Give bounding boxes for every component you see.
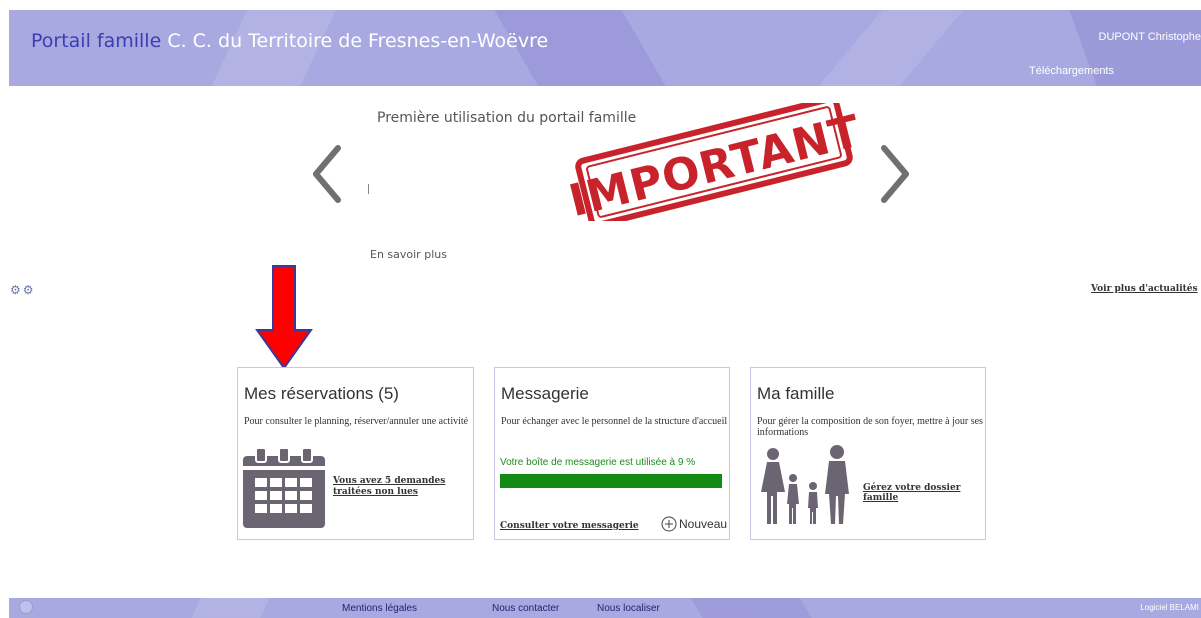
important-stamp: IMPORTANT — [567, 103, 862, 221]
gear-icon[interactable]: ⚙ — [10, 283, 23, 297]
new-message-button[interactable]: Nouveau — [661, 516, 727, 532]
portal-title: Portail famille C. C. du Territoire de F… — [31, 30, 548, 52]
messaging-description: Pour échanger avec le personnel de la st… — [501, 416, 728, 427]
learn-more-link[interactable]: En savoir plus — [370, 248, 447, 261]
mailbox-usage-bar — [500, 474, 722, 488]
annotation-arrow-icon — [255, 265, 313, 370]
family-icon — [761, 445, 849, 524]
family-title[interactable]: Ma famille — [757, 384, 834, 404]
reservations-title[interactable]: Mes réservations (5) — [244, 384, 399, 404]
reservations-description: Pour consulter le planning, réserver/ann… — [244, 416, 469, 427]
calendar-icon — [243, 447, 325, 528]
carousel-settings-icons[interactable]: ⚙⚙ — [10, 283, 36, 297]
contact-link[interactable]: Nous contacter — [492, 603, 559, 614]
mailbox-usage-fill — [500, 474, 722, 488]
downloads-link[interactable]: Téléchargements — [1029, 65, 1114, 77]
chevron-left-icon[interactable] — [308, 144, 348, 204]
messaging-title[interactable]: Messagerie — [501, 384, 589, 404]
portal-title-rest: C. C. du Territoire de Fresnes-en-Woëvre — [161, 30, 549, 52]
logo-icon — [19, 600, 33, 614]
chevron-right-icon[interactable] — [874, 144, 914, 204]
legal-notice-link[interactable]: Mentions légales — [342, 603, 417, 614]
footer-bar: Mentions légales Nous contacter Nous loc… — [9, 598, 1201, 618]
software-credit[interactable]: Logiciel BELAMI — [1140, 603, 1199, 612]
plus-circle-icon — [661, 516, 677, 532]
locate-link[interactable]: Nous localiser — [597, 603, 660, 614]
stamp-text: IMPORTANT — [567, 106, 862, 221]
user-name[interactable]: DUPONT Christophe — [1099, 31, 1201, 43]
header-banner: Portail famille C. C. du Territoire de F… — [9, 10, 1201, 86]
family-tile[interactable]: Ma famille Pour gérer la composition de … — [750, 367, 986, 540]
view-messages-link[interactable]: Consulter votre messagerie — [500, 521, 639, 531]
portal-title-accent: Portail famille — [31, 30, 162, 52]
reservations-unread-link[interactable]: Vous avez 5 demandes traitées non lues — [333, 476, 453, 498]
more-news-link[interactable]: Voir plus d'actualités — [1091, 284, 1198, 294]
family-description: Pour gérer la composition de son foyer, … — [757, 416, 983, 438]
carousel-caret — [368, 184, 369, 194]
reservations-tile[interactable]: Mes réservations (5) Pour consulter le p… — [237, 367, 474, 540]
new-message-label: Nouveau — [679, 517, 728, 531]
mailbox-usage-text: Votre boîte de messagerie est utilisée à… — [500, 457, 696, 468]
family-record-link[interactable]: Gérez votre dossier famille — [863, 483, 985, 503]
gear-icon[interactable]: ⚙ — [23, 283, 36, 297]
messaging-tile[interactable]: Messagerie Pour échanger avec le personn… — [494, 367, 730, 540]
